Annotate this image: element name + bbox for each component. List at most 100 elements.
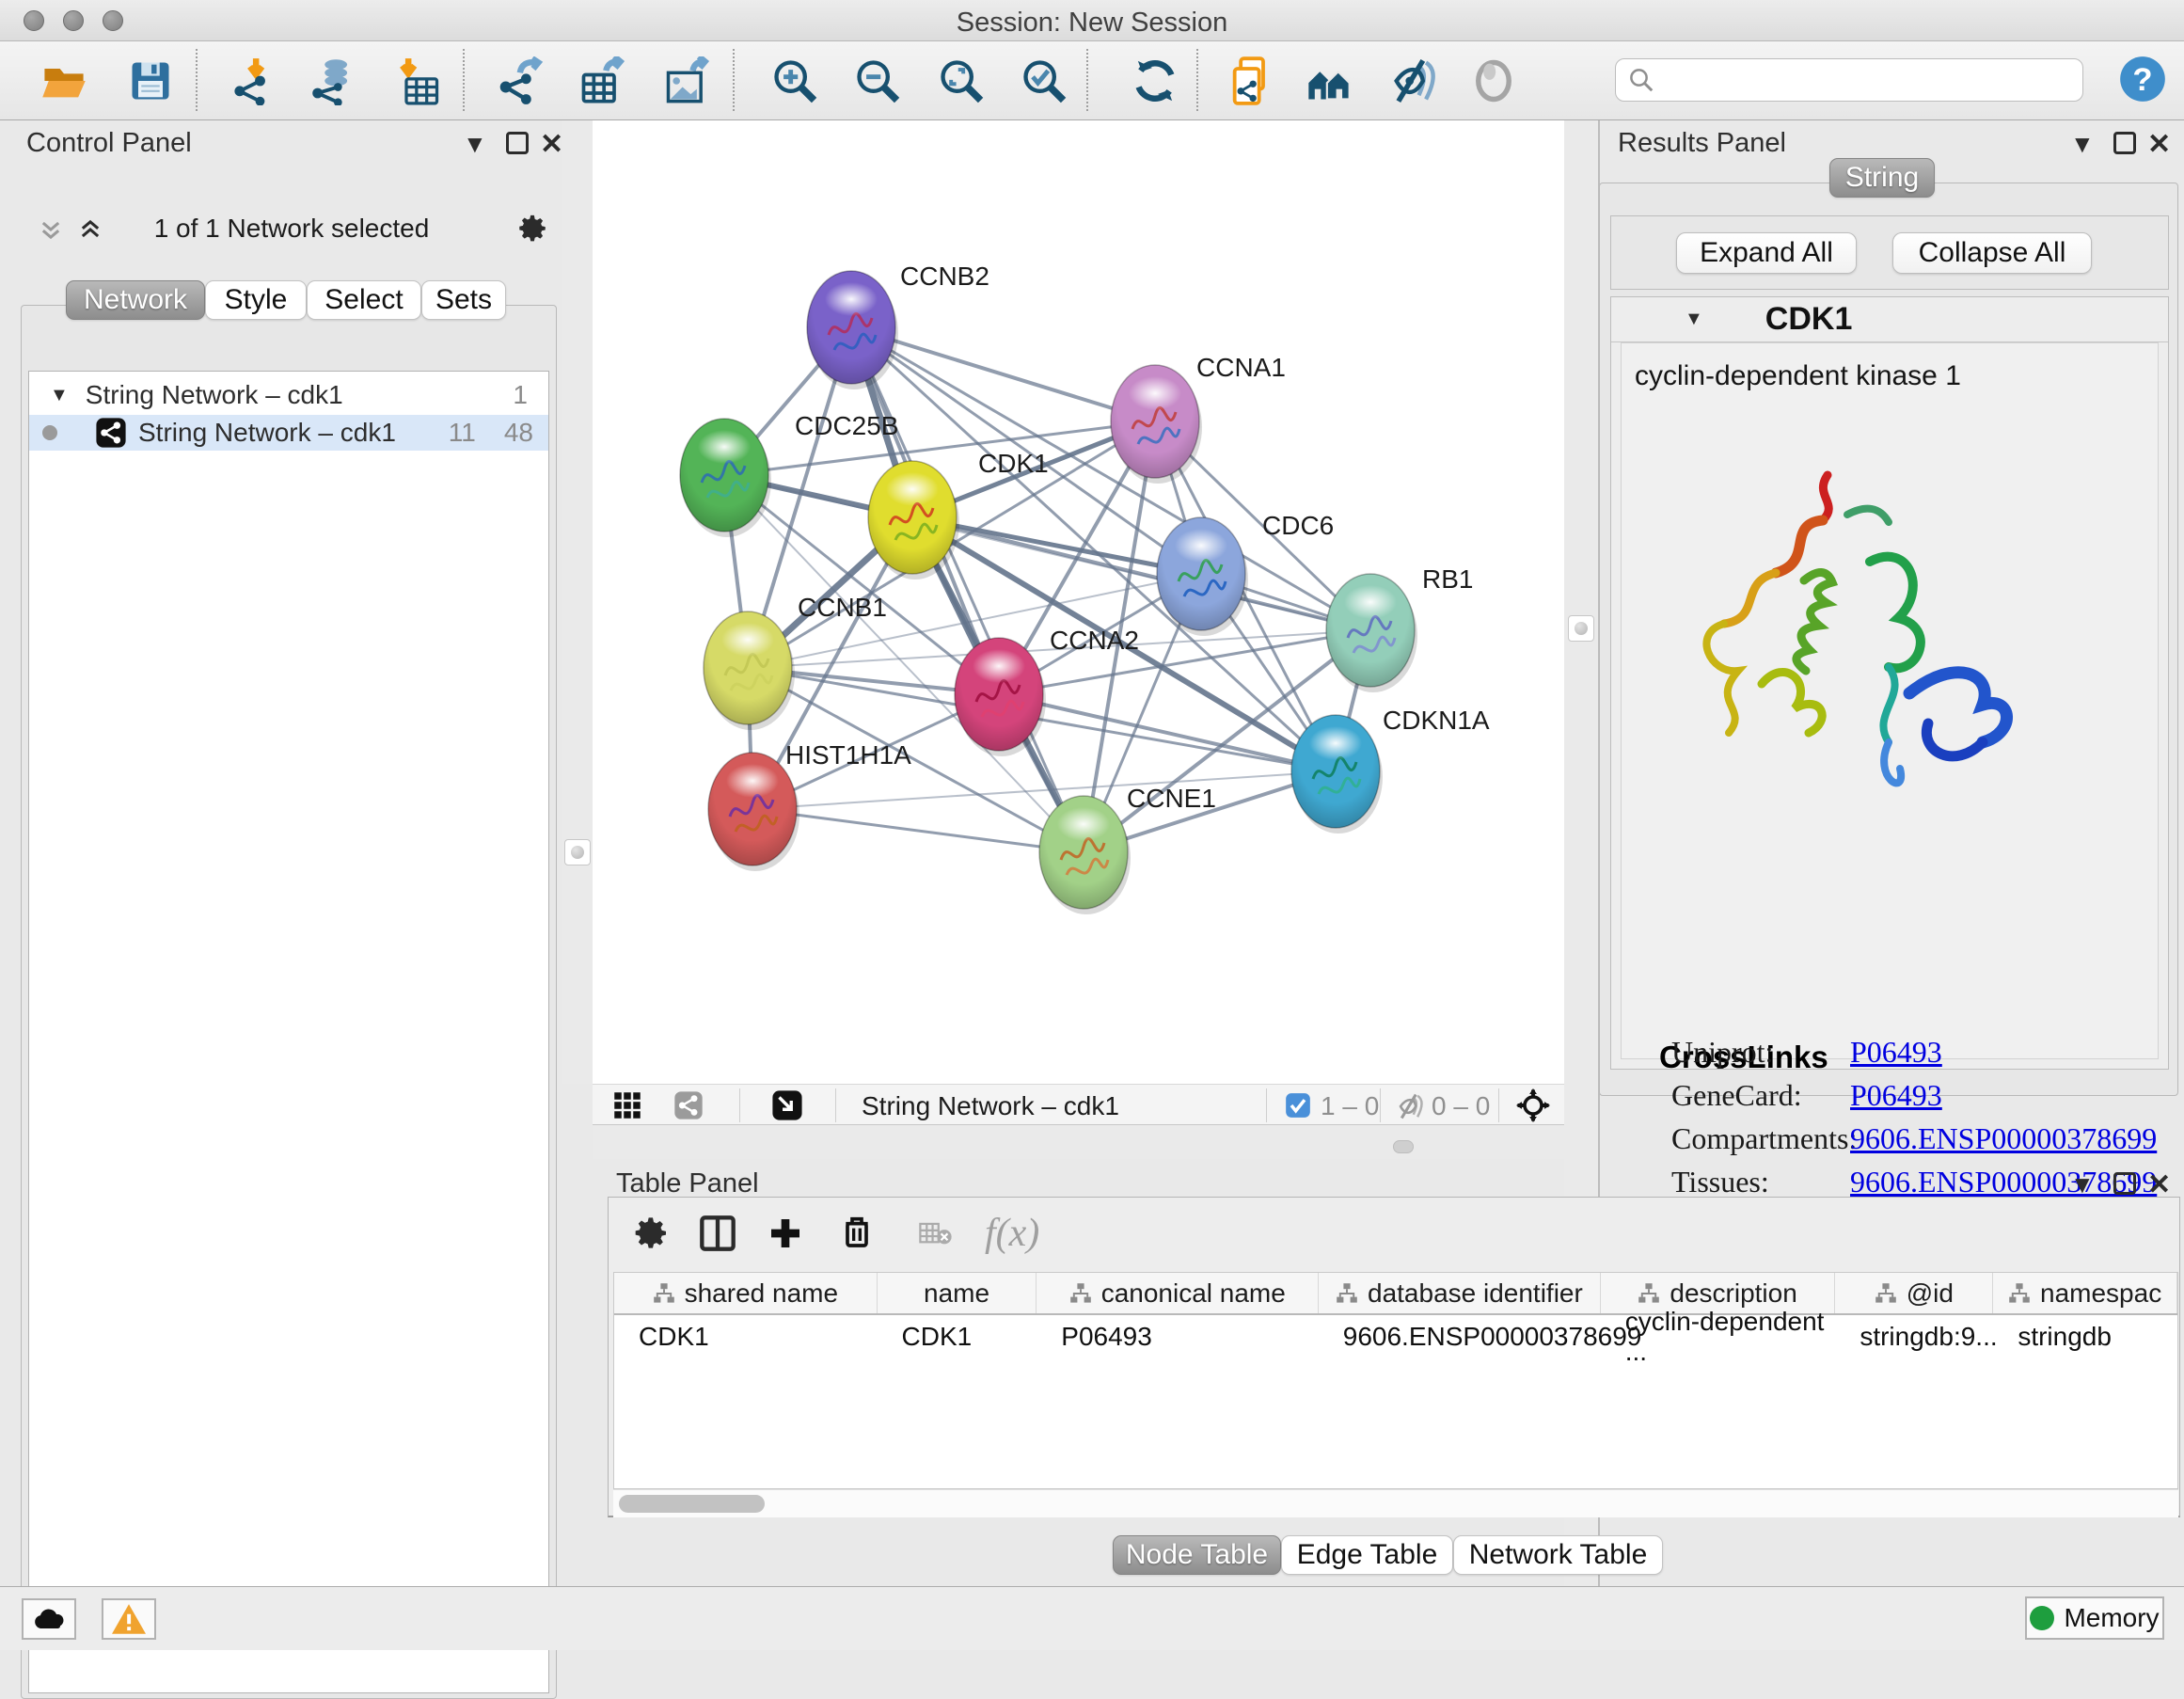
show-columns-icon[interactable] [699, 1215, 736, 1252]
crosslink-link[interactable]: P06493 [1850, 1078, 1942, 1113]
selected-checkbox-icon[interactable] [1285, 1092, 1311, 1119]
search-box[interactable] [1615, 58, 2083, 102]
network-collection-row[interactable]: ▼ String Network – cdk1 1 [29, 377, 548, 413]
node-rb1[interactable] [1326, 574, 1417, 692]
import-network-icon[interactable] [229, 56, 278, 105]
clone-network-icon[interactable] [1227, 56, 1275, 105]
column-header-canonical-name[interactable]: canonical name [1037, 1273, 1319, 1313]
edge-ccnb2-ccne1[interactable] [851, 327, 1084, 852]
add-column-icon[interactable] [767, 1215, 804, 1252]
column-header-shared-name[interactable]: shared name [614, 1273, 878, 1313]
help-icon[interactable]: ? [2118, 55, 2167, 103]
node-table[interactable]: shared namenamecanonical namedatabase id… [613, 1272, 2178, 1489]
gene-collapse-icon[interactable]: ▼ [1685, 309, 1703, 330]
horizontal-splitter-handle[interactable] [1393, 1140, 1414, 1153]
cell-namespac[interactable]: stringdb [1993, 1315, 2177, 1358]
node-ccnb2[interactable] [807, 271, 898, 389]
column-header-name[interactable]: name [878, 1273, 1037, 1313]
save-session-icon[interactable] [126, 56, 175, 105]
memory-button[interactable]: Memory [2025, 1596, 2164, 1640]
column-header-database-identifier[interactable]: database identifier [1319, 1273, 1601, 1313]
left-splitter[interactable] [562, 120, 593, 1084]
edge-hist1h1a-ccne1[interactable] [752, 809, 1084, 852]
node-ccnb1[interactable] [704, 611, 795, 730]
refresh-icon[interactable] [1131, 56, 1179, 105]
scrollbar-thumb[interactable] [619, 1495, 765, 1513]
export-image-icon[interactable] [662, 56, 711, 105]
export-network-icon[interactable] [498, 56, 546, 105]
panel-menu-icon[interactable]: ▼ [2070, 1170, 2095, 1199]
tree-expand-icon[interactable]: ▼ [50, 385, 69, 406]
cell-name[interactable]: CDK1 [878, 1315, 1037, 1358]
zoom-in-icon[interactable] [770, 56, 819, 105]
fit-content-icon[interactable] [1516, 1088, 1550, 1122]
tab-string[interactable]: String [1829, 158, 1935, 198]
tab-network-table[interactable]: Network Table [1453, 1535, 1663, 1575]
cell-description[interactable]: cyclin-dependent ... [1601, 1315, 1836, 1358]
table-horizontal-scrollbar[interactable] [613, 1489, 2178, 1517]
node-cdkn1a[interactable] [1291, 715, 1383, 834]
table-row[interactable]: CDK1CDK1P064939606.ENSP00000378699cyclin… [614, 1315, 2177, 1358]
cell-canonical-name[interactable]: P06493 [1037, 1315, 1318, 1358]
tab-node-table[interactable]: Node Table [1113, 1535, 1281, 1575]
float-panel-icon[interactable] [2113, 1172, 2136, 1195]
birdseye-view-icon[interactable] [771, 1089, 803, 1121]
tab-network[interactable]: Network [66, 280, 205, 320]
panel-menu-icon[interactable]: ▼ [2070, 130, 2095, 159]
column-header-@id[interactable]: @id [1835, 1273, 1993, 1313]
node-ccne1[interactable] [1039, 796, 1131, 914]
gear-icon[interactable] [517, 213, 549, 245]
zoom-selected-icon[interactable] [1020, 56, 1068, 105]
cloud-button[interactable] [22, 1598, 76, 1640]
node-ccna1[interactable] [1111, 365, 1202, 484]
import-table-icon[interactable] [394, 56, 443, 105]
collapse-all-button[interactable]: Collapse All [1892, 232, 2092, 274]
float-panel-icon[interactable] [2113, 132, 2136, 154]
tab-style[interactable]: Style [205, 280, 307, 320]
warning-button[interactable] [102, 1598, 156, 1640]
column-header-namespac[interactable]: namespac [1993, 1273, 2177, 1313]
gear-icon[interactable] [633, 1215, 671, 1252]
import-database-icon[interactable] [309, 56, 358, 105]
hidden-eye-icon[interactable] [1396, 1092, 1424, 1120]
gene-panel-header[interactable]: ▼ CDK1 [1611, 297, 2168, 342]
horizontal-splitter[interactable] [593, 1126, 1564, 1159]
export-table-icon[interactable] [578, 56, 626, 105]
collapse-all-icon[interactable] [38, 216, 64, 243]
edge-ccna2-cdkn1a[interactable] [999, 694, 1336, 771]
node-ccna2[interactable] [955, 638, 1046, 756]
expand-all-button[interactable]: Expand All [1676, 232, 1857, 274]
network-row[interactable]: String Network – cdk1 11 48 [29, 415, 548, 451]
crosslink-link[interactable]: P06493 [1850, 1035, 1942, 1070]
toolbar-separator [733, 49, 735, 111]
crosslink-link[interactable]: 9606.ENSP00000378699 [1850, 1121, 2157, 1156]
network-canvas[interactable]: CCNB2CCNA1CDC25BCDK1CDC6RB1CCNB1CCNA2CDK… [593, 120, 1564, 1084]
open-session-icon[interactable] [40, 56, 88, 105]
expand-all-icon[interactable] [77, 216, 103, 243]
float-panel-icon[interactable] [506, 132, 529, 154]
tab-edge-table[interactable]: Edge Table [1281, 1535, 1453, 1575]
hide-selected-icon[interactable] [1388, 56, 1437, 105]
node-cdc6[interactable] [1157, 517, 1248, 636]
network-view-icon[interactable] [673, 1090, 704, 1120]
right-splitter-handle[interactable] [1568, 615, 1594, 642]
tab-select[interactable]: Select [307, 280, 421, 320]
cell-database-identifier[interactable]: 9606.ENSP00000378699 [1319, 1315, 1601, 1358]
cell-shared-name[interactable]: CDK1 [614, 1315, 878, 1358]
cell-@id[interactable]: stringdb:9... [1835, 1315, 1993, 1358]
panel-menu-icon[interactable]: ▼ [463, 130, 487, 159]
search-input[interactable] [1655, 66, 2060, 95]
node-hist1h1a[interactable] [708, 753, 799, 871]
group-nodes-icon[interactable] [1305, 56, 1353, 105]
delete-column-icon[interactable] [838, 1213, 876, 1250]
show-eye-icon[interactable] [1469, 56, 1518, 105]
zoom-fit-icon[interactable] [937, 56, 986, 105]
svg-text:?: ? [2132, 62, 2152, 98]
close-panel-icon[interactable]: ✕ [2147, 128, 2171, 161]
grid-view-icon[interactable] [613, 1091, 641, 1119]
zoom-out-icon[interactable] [853, 56, 902, 105]
node-cdk1[interactable] [868, 461, 959, 580]
left-splitter-handle[interactable] [564, 839, 591, 865]
tab-sets[interactable]: Sets [421, 280, 506, 320]
close-panel-icon[interactable]: ✕ [540, 128, 563, 161]
